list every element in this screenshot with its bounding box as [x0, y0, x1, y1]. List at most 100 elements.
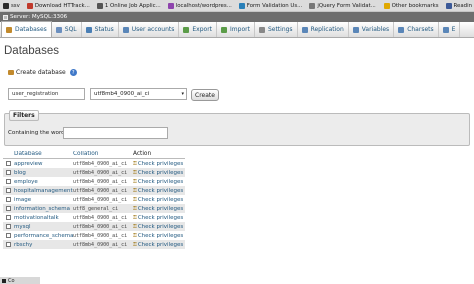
check-privileges-link[interactable]: ⚿ Check privileges [133, 179, 185, 185]
import-icon [221, 26, 228, 33]
tab-import[interactable]: Import [217, 22, 255, 37]
row-checkbox[interactable] [6, 233, 11, 238]
tab-e[interactable]: E [439, 22, 461, 37]
check-privileges-label: Check privileges [137, 178, 184, 185]
row-checkbox[interactable] [6, 224, 11, 229]
bookmark-favicon-icon [167, 2, 174, 9]
table-row: hospitalmanagement utf8mb4_0900_ai_ci ⚿ Che… [3, 186, 185, 195]
bookmark-favicon-icon [309, 2, 316, 9]
tab-variables[interactable]: Variables [349, 22, 395, 37]
database-link[interactable]: mysql [14, 224, 73, 230]
check-privileges-link[interactable]: ⚿ Check privileges [133, 170, 185, 176]
check-privileges-link[interactable]: ⚿ Check privileges [133, 206, 185, 212]
collation-select[interactable]: utf8mb4_0900_ai_ci ▾ [90, 88, 187, 100]
table-row: information_schema utf8_general_ci ⚿ Check … [3, 204, 185, 213]
create-button[interactable]: Create [191, 89, 219, 101]
row-checkbox[interactable] [6, 188, 11, 193]
table-row: appreview utf8mb4_0900_ai_ci ⚿ Check privil… [3, 159, 185, 168]
bookmark-item[interactable]: Download HTTrack... [25, 1, 92, 11]
bookmark-folder[interactable]: Other bookmarks [382, 1, 441, 11]
database-name-input[interactable]: user_registration [8, 88, 85, 100]
database-link[interactable]: image [14, 197, 73, 203]
breadcrumb-server-label[interactable]: Server: MySQL:3306 [10, 14, 67, 20]
row-checkbox[interactable] [6, 179, 11, 184]
wrench-icon [258, 26, 265, 33]
database-link[interactable]: hospitalmanagement [14, 188, 73, 194]
row-checkbox[interactable] [6, 242, 11, 247]
create-database-label: Create database [16, 69, 66, 76]
bookmark-folder[interactable]: Readin [444, 1, 474, 11]
key-icon: ⚿ [133, 160, 137, 167]
key-icon: ⚿ [133, 178, 137, 185]
key-icon: ⚿ [133, 232, 137, 239]
tab-label: Status [94, 26, 114, 33]
bookmark-label: ssv [11, 2, 20, 9]
check-privileges-link[interactable]: ⚿ Check privileges [133, 242, 185, 248]
tab-label: User accounts [131, 26, 175, 33]
row-checkbox-cell [3, 188, 14, 193]
database-link[interactable]: employe [14, 179, 73, 185]
status-icon [85, 26, 92, 33]
database-link[interactable]: information_schema [14, 206, 73, 212]
row-checkbox-cell [3, 215, 14, 220]
bookmark-item[interactable]: localhost/wordpres... [166, 1, 234, 11]
row-checkbox-cell [3, 233, 14, 238]
check-privileges-label: Check privileges [137, 232, 184, 239]
database-link[interactable]: appreview [14, 161, 73, 167]
table-row: performance_schema utf8mb4_0900_ai_ci ⚿ Che… [3, 231, 185, 240]
row-checkbox[interactable] [6, 197, 11, 202]
check-privileges-label: Check privileges [137, 160, 184, 167]
check-privileges-link[interactable]: ⚿ Check privileges [133, 215, 185, 221]
tab-sql[interactable]: SQL [52, 22, 82, 37]
containing-word-input[interactable] [63, 127, 168, 139]
database-link[interactable]: performance_schema [14, 233, 73, 239]
table-row: rbschy utf8mb4_0900_ai_ci ⚿ Check privilege… [3, 240, 185, 249]
header-database[interactable]: Database [14, 151, 73, 157]
folder-icon [445, 2, 452, 9]
row-checkbox[interactable] [6, 215, 11, 220]
filters-legend: Filters [9, 110, 39, 121]
collation-value: utf8mb4_0900_ai_ci [73, 178, 128, 185]
tab-settings[interactable]: Settings [255, 22, 298, 37]
database-link[interactable]: rbschy [14, 242, 73, 248]
check-privileges-link[interactable]: ⚿ Check privileges [133, 233, 185, 239]
check-privileges-link[interactable]: ⚿ Check privileges [133, 161, 185, 167]
check-privileges-label: Check privileges [137, 241, 184, 248]
bookmark-favicon-icon [238, 2, 245, 9]
bookmark-label: Download HTTrack... [34, 2, 90, 9]
bookmark-item[interactable]: Form Validation Us... [237, 1, 305, 11]
row-checkbox[interactable] [6, 206, 11, 211]
server-icon [3, 14, 8, 20]
tab-charsets[interactable]: Charsets [394, 22, 439, 37]
header-collation[interactable]: Collation [73, 151, 133, 157]
check-privileges-link[interactable]: ⚿ Check privileges [133, 224, 185, 230]
key-icon: ⚿ [133, 169, 137, 176]
breadcrumb[interactable]: Server: MySQL:3306 [0, 12, 474, 22]
tab-user-accounts[interactable]: User accounts [119, 22, 180, 37]
database-link[interactable]: motivationaltalk [14, 215, 73, 221]
bookmark-item[interactable]: jQuery Form Validat... [307, 1, 377, 11]
check-privileges-link[interactable]: ⚿ Check privileges [133, 188, 185, 194]
help-icon[interactable]: ? [69, 69, 77, 76]
replication-icon [301, 26, 308, 33]
tab-databases[interactable]: Databases [1, 21, 52, 37]
tab-status[interactable]: Status [82, 22, 119, 37]
row-checkbox[interactable] [6, 161, 11, 166]
check-privileges-link[interactable]: ⚿ Check privileges [133, 197, 185, 203]
bookmark-favicon-icon [3, 2, 9, 9]
bookmark-item[interactable]: ssv [1, 1, 22, 11]
database-link[interactable]: blog [14, 170, 73, 176]
bookmarks-right: Other bookmarks Readin [382, 1, 474, 11]
row-checkbox[interactable] [6, 170, 11, 175]
users-icon [122, 26, 129, 33]
console-toggle[interactable]: Co [0, 277, 40, 284]
tab-replication[interactable]: Replication [298, 22, 349, 37]
bookmark-label: jQuery Form Validat... [317, 2, 376, 9]
tab-export[interactable]: Export [179, 22, 218, 37]
bookmark-label: 1 Online Job Applic... [104, 2, 161, 9]
bookmark-item[interactable]: 1 Online Job Applic... [95, 1, 163, 11]
table-row: employe utf8mb4_0900_ai_ci ⚿ Check privileg… [3, 177, 185, 186]
folder-icon [383, 2, 390, 9]
row-checkbox-cell [3, 224, 14, 229]
collation-value: utf8mb4_0900_ai_ci [73, 196, 128, 203]
